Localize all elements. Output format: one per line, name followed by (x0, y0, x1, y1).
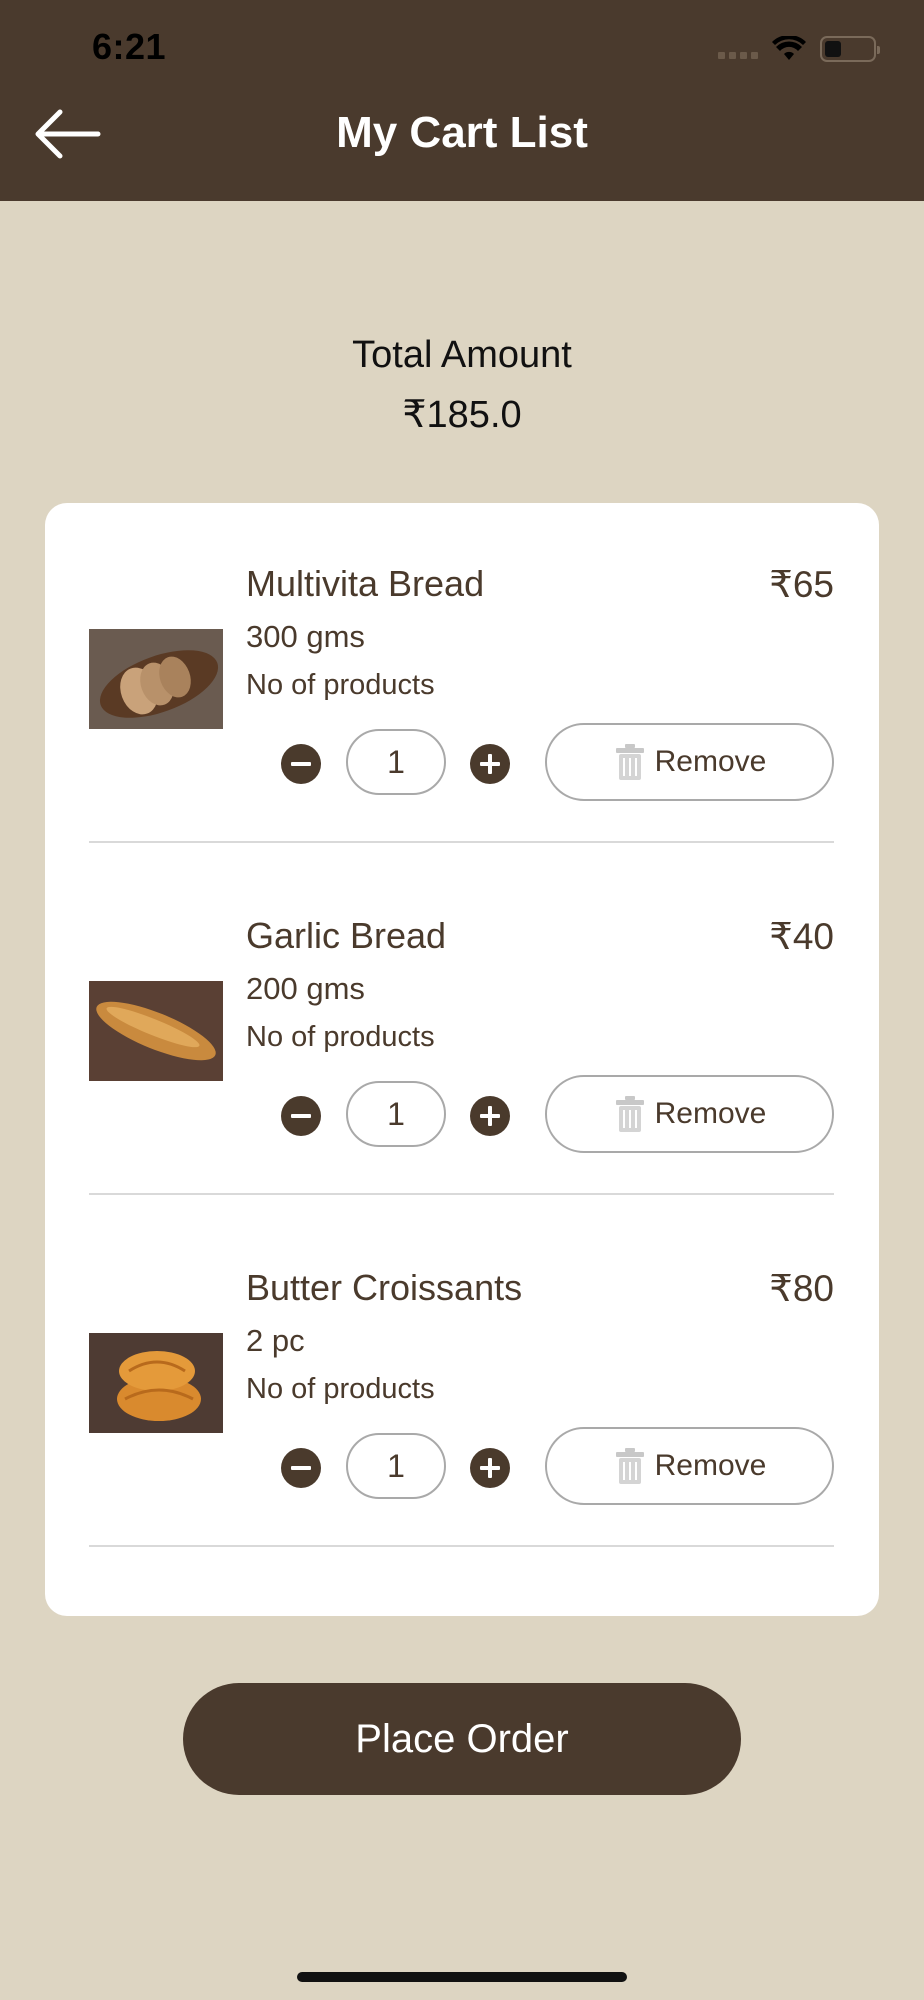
home-indicator[interactable] (297, 1972, 627, 1982)
product-price: ₹80 (769, 1268, 834, 1309)
remove-button[interactable]: Remove (545, 1075, 834, 1153)
product-name: Butter Croissants (246, 1267, 523, 1308)
battery-icon (820, 36, 880, 62)
minus-icon (291, 1114, 311, 1118)
remove-button[interactable]: Remove (545, 723, 834, 801)
product-weight: 2 pc (246, 1323, 305, 1358)
app-header: 6:21 My Cart List (0, 0, 924, 201)
cart-item: Butter Croissants ₹80 2 pc No of product… (45, 1207, 879, 1559)
place-order-button[interactable]: Place Order (183, 1683, 741, 1795)
product-weight: 300 gms (246, 619, 365, 654)
increase-quantity-button[interactable] (470, 1096, 510, 1136)
remove-label: Remove (654, 745, 767, 778)
quantity-value[interactable]: 1 (346, 1433, 446, 1499)
plus-icon (480, 1458, 500, 1478)
products-count-label: No of products (246, 1021, 435, 1053)
status-time: 6:21 (92, 26, 167, 67)
increase-quantity-button[interactable] (470, 1448, 510, 1488)
plus-icon (480, 754, 500, 774)
decrease-quantity-button[interactable] (281, 1448, 321, 1488)
remove-label: Remove (654, 1449, 767, 1482)
item-divider (89, 1545, 834, 1547)
product-image (89, 981, 223, 1081)
remove-label: Remove (654, 1097, 767, 1130)
product-weight: 200 gms (246, 971, 365, 1006)
page-title: My Cart List (336, 108, 588, 157)
wifi-icon (772, 36, 806, 60)
product-image (89, 629, 223, 729)
total-amount-value: ₹185.0 (402, 394, 522, 436)
item-divider (89, 841, 834, 843)
trash-icon (615, 744, 644, 780)
plus-icon (480, 1106, 500, 1126)
trash-icon (615, 1448, 644, 1484)
decrease-quantity-button[interactable] (281, 1096, 321, 1136)
product-price: ₹40 (769, 916, 834, 957)
trash-icon (615, 1096, 644, 1132)
decrease-quantity-button[interactable] (281, 744, 321, 784)
status-icons (718, 34, 880, 64)
product-price: ₹65 (769, 564, 834, 605)
garlic-bread-image (89, 981, 223, 1081)
total-amount-label: Total Amount (352, 334, 572, 376)
sliced-bread-loaf-image (89, 629, 223, 729)
product-image (89, 1333, 223, 1433)
quantity-value[interactable]: 1 (346, 1081, 446, 1147)
remove-button[interactable]: Remove (545, 1427, 834, 1505)
product-name: Garlic Bread (246, 915, 447, 956)
cart-card: Multivita Bread ₹65 300 gms No of produc… (45, 503, 879, 1616)
signal-icon (718, 39, 758, 59)
cart-item: Multivita Bread ₹65 300 gms No of produc… (45, 503, 879, 855)
increase-quantity-button[interactable] (470, 744, 510, 784)
item-divider (89, 1193, 834, 1195)
product-name: Multivita Bread (246, 563, 485, 604)
minus-icon (291, 1466, 311, 1470)
products-count-label: No of products (246, 669, 435, 701)
croissants-image (89, 1333, 223, 1433)
quantity-value[interactable]: 1 (346, 729, 446, 795)
cart-item: Garlic Bread ₹40 200 gms No of products … (45, 855, 879, 1207)
products-count-label: No of products (246, 1373, 435, 1405)
minus-icon (291, 762, 311, 766)
